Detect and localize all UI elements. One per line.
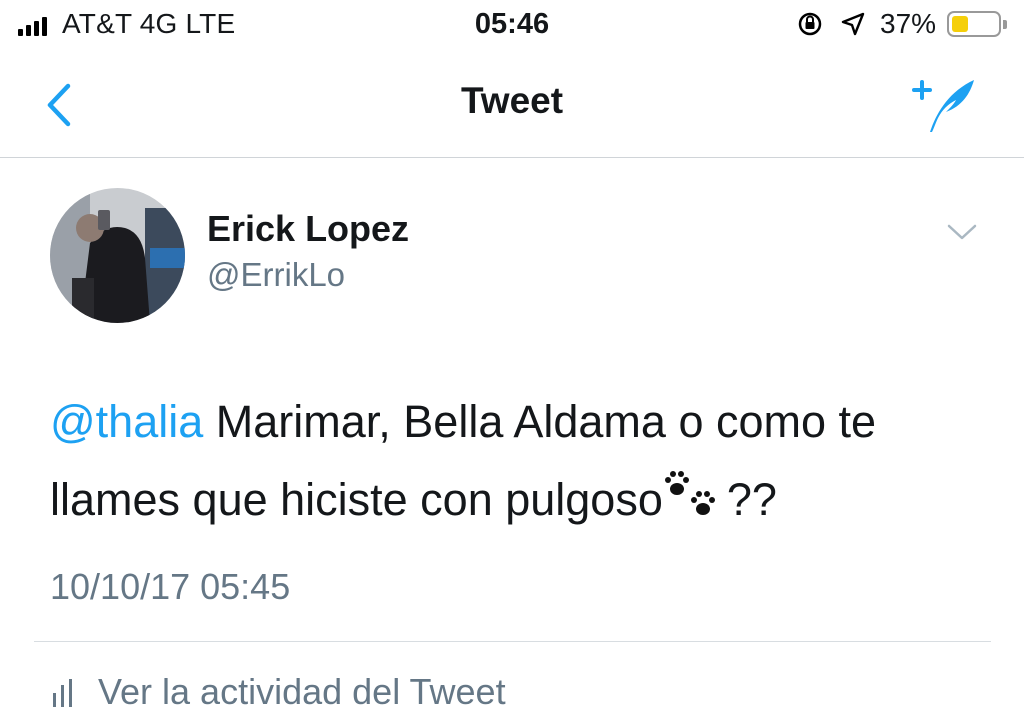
analytics-bars-icon (53, 679, 72, 707)
status-bar: AT&T 4G LTE 05:46 37% (0, 0, 1024, 50)
mention-link[interactable]: @thalia (50, 396, 203, 447)
tweet-text-end: ?? (726, 474, 777, 525)
page-title: Tweet (460, 80, 564, 121)
divider (34, 641, 991, 642)
author-name[interactable]: Erick Lopez (207, 208, 409, 250)
compose-tweet-icon[interactable] (910, 74, 980, 136)
avatar-photo (50, 188, 185, 323)
tweet-text: @thalia Marimar, Bella Aldama o como te … (50, 383, 990, 539)
chevron-down-icon[interactable] (946, 222, 978, 242)
battery-percent: 37% (880, 8, 937, 39)
author-handle[interactable]: @ErrikLo (207, 256, 345, 294)
tweet-timestamp: 10/10/17 05:45 (50, 566, 291, 607)
tweet-activity-link[interactable]: Ver la actividad del Tweet (50, 671, 506, 712)
location-arrow-icon (841, 12, 865, 36)
status-time: 05:46 (474, 8, 550, 40)
rotation-lock-icon (798, 12, 822, 36)
activity-label: Ver la actividad del Tweet (98, 671, 506, 712)
paw-prints-emoji (664, 471, 715, 515)
battery-icon (947, 11, 1007, 37)
nav-bar: Tweet (0, 50, 1024, 158)
avatar[interactable] (50, 188, 185, 323)
